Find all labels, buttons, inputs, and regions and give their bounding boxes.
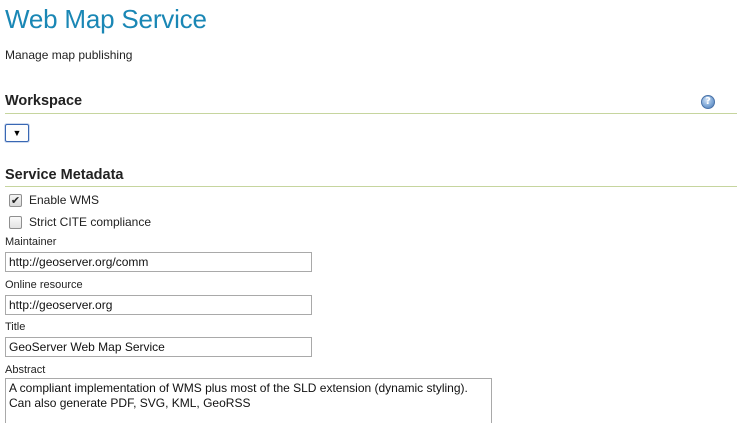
strict-cite-label: Strict CITE compliance <box>29 215 152 229</box>
page-description: Manage map publishing <box>5 48 133 62</box>
workspace-heading: Workspace <box>5 93 737 114</box>
title-input[interactable]: GeoServer Web Map Service <box>5 337 312 357</box>
maintainer-label: Maintainer <box>5 236 57 248</box>
service-metadata-heading: Service Metadata <box>5 167 737 187</box>
chevron-down-icon: ▼ <box>12 128 22 138</box>
abstract-label: Abstract <box>5 364 46 376</box>
title-label: Title <box>5 321 26 333</box>
enable-wms-row: ✔ Enable WMS <box>9 192 99 208</box>
online-resource-input[interactable]: http://geoserver.org <box>5 295 312 315</box>
help-icon[interactable]: ? <box>701 95 715 109</box>
strict-cite-checkbox[interactable] <box>9 215 22 229</box>
enable-wms-checkbox[interactable]: ✔ <box>9 193 22 207</box>
abstract-textarea[interactable]: A compliant implementation of WMS plus m… <box>5 378 492 423</box>
wms-settings-page: Web Map Service Manage map publishing Wo… <box>0 0 745 423</box>
enable-wms-label: Enable WMS <box>29 193 100 207</box>
strict-cite-row: Strict CITE compliance <box>9 214 151 230</box>
maintainer-input[interactable]: http://geoserver.org/comm <box>5 252 312 272</box>
online-resource-label: Online resource <box>5 279 83 291</box>
page-title: Web Map Service <box>5 4 207 34</box>
workspace-select[interactable]: ▼ <box>5 124 29 142</box>
